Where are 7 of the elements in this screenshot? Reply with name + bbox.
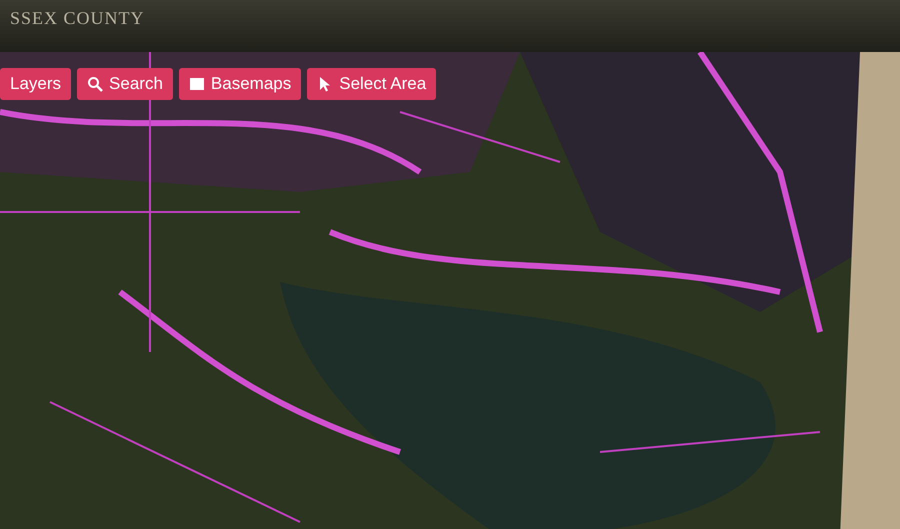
toolbar-button[interactable]: Basemaps <box>178 68 302 100</box>
county-title: SSEX COUNTY <box>10 8 145 29</box>
square-icon <box>188 76 205 92</box>
toolbar-button[interactable]: Layers <box>0 68 72 100</box>
search-icon <box>87 76 104 92</box>
toolbar-button[interactable]: Select Area <box>307 68 436 100</box>
toolbar-button[interactable]: Search <box>77 68 173 100</box>
